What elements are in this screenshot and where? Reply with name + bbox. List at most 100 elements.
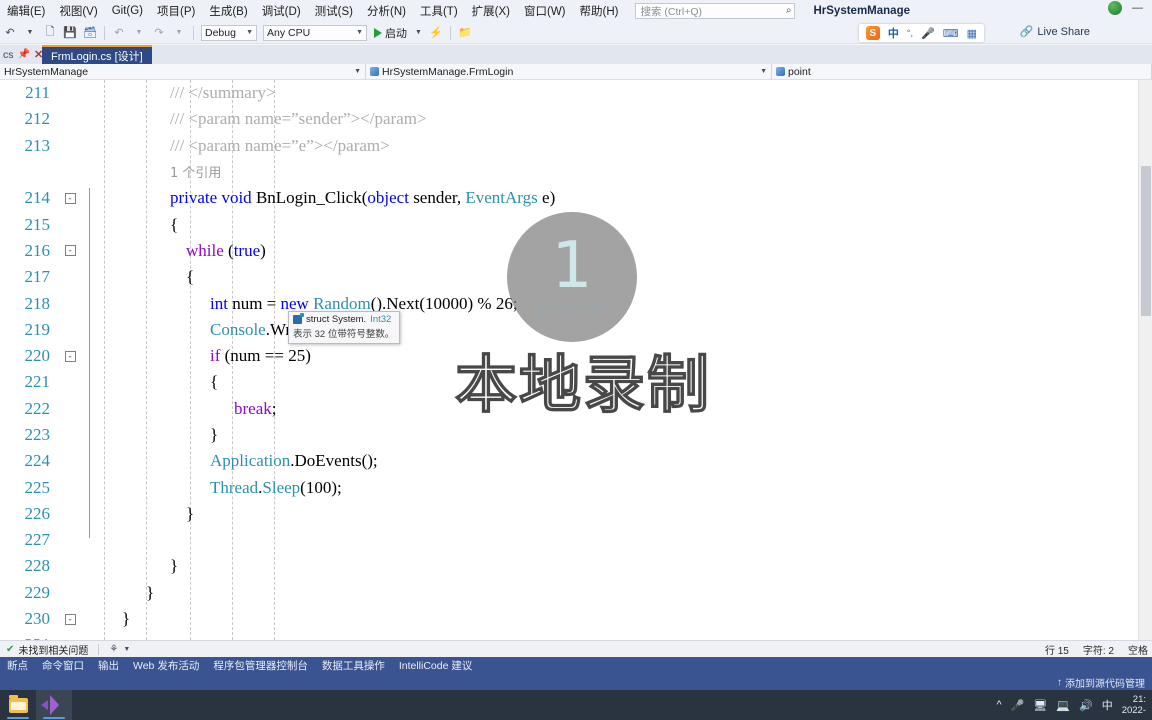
menu-item-git[interactable]: Git(G) xyxy=(105,3,150,19)
system-tray: ^ 🎤 🖥 💻 🔊 中 21: 2022- xyxy=(996,690,1148,720)
menu-item-analyze[interactable]: 分析(N) xyxy=(360,1,413,21)
menu-item-debug[interactable]: 调试(D) xyxy=(255,1,308,21)
code-line[interactable]: 223} xyxy=(0,422,1152,448)
recording-counter: 1 xyxy=(551,228,593,303)
code-token: } xyxy=(146,582,155,602)
code-token: EventArgs xyxy=(465,188,538,208)
live-share-button[interactable]: 🔗 Live Share xyxy=(1020,25,1090,39)
class-dropdown[interactable]: HrSystemManage.FrmLogin ▼ xyxy=(366,64,772,79)
menu-item-view[interactable]: 视图(V) xyxy=(52,1,104,21)
line-number: 226 xyxy=(24,503,51,523)
network-icon[interactable]: 🖥 xyxy=(1033,699,1047,712)
collapse-icon[interactable]: - xyxy=(64,350,76,362)
taskbar-file-explorer[interactable] xyxy=(0,690,36,720)
project-dropdown[interactable]: HrSystemManage ▼ xyxy=(0,64,366,79)
member-dropdown[interactable]: point xyxy=(772,64,1152,79)
menu-item-tools[interactable]: 工具(T) xyxy=(413,1,465,21)
code-text: { xyxy=(82,215,178,235)
code-line[interactable]: 212 /// <param name=”sender”></param> xyxy=(0,106,1152,132)
platform-dropdown[interactable]: Any CPU ▼ xyxy=(263,24,367,41)
chevron-up-icon[interactable]: ^ xyxy=(996,699,1001,711)
menu-item-project[interactable]: 项目(P) xyxy=(150,1,202,21)
code-line[interactable]: 231 xyxy=(0,632,1152,640)
code-line[interactable]: 230 -} xyxy=(0,606,1152,632)
code-text: { xyxy=(82,267,194,287)
keyboard-icon[interactable]: ⌨ xyxy=(943,27,959,40)
menu-item-test[interactable]: 测试(S) xyxy=(308,1,360,21)
filter-icon[interactable]: ⚘ xyxy=(109,644,118,655)
sogou-logo-icon[interactable]: S xyxy=(865,26,880,40)
code-line[interactable]: 214 - private void BnLogin_Click(object se… xyxy=(0,185,1152,211)
tab-frmlogin-cs[interactable]: FrmLogin.cs [设计] xyxy=(42,45,152,64)
menu-item-extensions[interactable]: 扩展(X) xyxy=(465,1,517,21)
navigate-back-dropdown-icon[interactable]: ▼ xyxy=(21,24,39,42)
redo-icon[interactable]: ↷ xyxy=(150,24,168,42)
panel-tab-package-manager[interactable]: 程序包管理器控制台 xyxy=(206,658,315,673)
minimize-button[interactable]: — xyxy=(1129,2,1146,14)
code-line[interactable]: 224 Application.DoEvents(); xyxy=(0,448,1152,474)
panel-tab-intellicode[interactable]: IntelliCode 建议 xyxy=(392,658,480,673)
microphone-icon[interactable]: 🎤 xyxy=(921,27,935,40)
chevron-down-icon[interactable]: ▼ xyxy=(123,646,130,653)
add-to-source-control-button[interactable]: ↑ 添加到源代码管理 xyxy=(1050,675,1152,690)
configuration-dropdown[interactable]: Debug ▼ xyxy=(201,24,257,41)
display-icon[interactable]: 💻 xyxy=(1056,699,1070,712)
code-line[interactable]: 229} xyxy=(0,580,1152,606)
volume-icon[interactable]: 🔊 xyxy=(1079,699,1093,712)
panel-tab-output[interactable]: 输出 xyxy=(91,658,126,673)
hot-reload-icon[interactable]: ⚡ xyxy=(427,24,445,42)
pin-icon[interactable]: 📌 xyxy=(18,49,30,60)
code-line[interactable]: 213 /// <param name=”e”></param> xyxy=(0,133,1152,159)
search-icon[interactable]: ⌕ xyxy=(786,5,792,16)
collapse-icon[interactable]: - xyxy=(64,613,76,625)
editor-scrollbar[interactable] xyxy=(1138,80,1152,640)
microphone-icon[interactable]: 🎤 xyxy=(1011,699,1025,712)
code-token: BnLogin_Click xyxy=(251,188,362,208)
collapse-icon[interactable]: - xyxy=(64,245,76,257)
code-text: } xyxy=(82,556,178,576)
menu-item-build[interactable]: 生成(B) xyxy=(202,1,254,21)
fold-toggle[interactable]: - xyxy=(58,350,82,362)
recording-indicator[interactable]: 1 按Ctrl+F2停止 xyxy=(507,212,637,342)
code-token: } xyxy=(186,503,195,523)
scrollbar-thumb[interactable] xyxy=(1141,166,1151,316)
fold-toggle[interactable]: - xyxy=(58,613,82,625)
panel-tab-command-window[interactable]: 命令窗口 xyxy=(35,658,91,673)
code-line[interactable]: 225 Thread.Sleep(100); xyxy=(0,474,1152,500)
save-all-icon[interactable]: 🗃 xyxy=(81,24,99,42)
new-file-icon[interactable]: 🗋 xyxy=(41,24,59,42)
code-line[interactable]: 211 /// </summary> xyxy=(0,80,1152,106)
save-icon[interactable]: 💾 xyxy=(61,24,79,42)
code-line[interactable]: 228} xyxy=(0,553,1152,579)
tray-ime-lang[interactable]: 中 xyxy=(1102,697,1113,713)
taskbar-clock[interactable]: 21: 2022- xyxy=(1122,694,1148,716)
code-line[interactable]: 226} xyxy=(0,501,1152,527)
undo-dropdown-icon[interactable]: ▼ xyxy=(130,24,148,42)
navigate-back-icon[interactable]: ↶ xyxy=(1,24,19,42)
taskbar-visual-studio[interactable] xyxy=(36,690,72,720)
collapse-icon[interactable]: - xyxy=(64,192,76,204)
panel-tab-web-publish[interactable]: Web 发布活动 xyxy=(126,658,206,673)
code-token: Application xyxy=(210,451,291,471)
search-input[interactable]: 搜索 (Ctrl+Q) ⌕ xyxy=(635,3,796,19)
code-line[interactable]: 227 xyxy=(0,527,1152,553)
line-number: 220 xyxy=(24,346,51,366)
undo-icon[interactable]: ↶ xyxy=(110,24,128,42)
menu-item-window[interactable]: 窗口(W) xyxy=(517,1,573,21)
panel-tab-breakpoints[interactable]: 断点 xyxy=(0,658,35,673)
redo-dropdown-icon[interactable]: ▼ xyxy=(170,24,188,42)
fold-toggle[interactable]: - xyxy=(58,192,82,204)
apps-grid-icon[interactable]: ▦ xyxy=(967,27,977,40)
open-folder-icon[interactable]: 📁 xyxy=(456,24,474,42)
menu-item-edit[interactable]: 编辑(E) xyxy=(0,1,52,21)
code-token: Next xyxy=(386,293,420,313)
menu-item-help[interactable]: 帮助(H) xyxy=(573,1,626,21)
tab-previous[interactable]: cs 📌 ✕ xyxy=(0,45,46,64)
code-line[interactable]: 1 个引用 xyxy=(0,159,1152,185)
account-icon[interactable] xyxy=(1108,1,1122,15)
panel-tab-data-tools[interactable]: 数据工具操作 xyxy=(315,658,392,673)
start-debug-button[interactable]: 启动 ▼ xyxy=(370,25,426,41)
ime-language-toggle[interactable]: 中 xyxy=(888,25,899,41)
fold-toggle[interactable]: - xyxy=(58,245,82,257)
ime-punctuation-toggle[interactable]: °, xyxy=(907,28,913,38)
